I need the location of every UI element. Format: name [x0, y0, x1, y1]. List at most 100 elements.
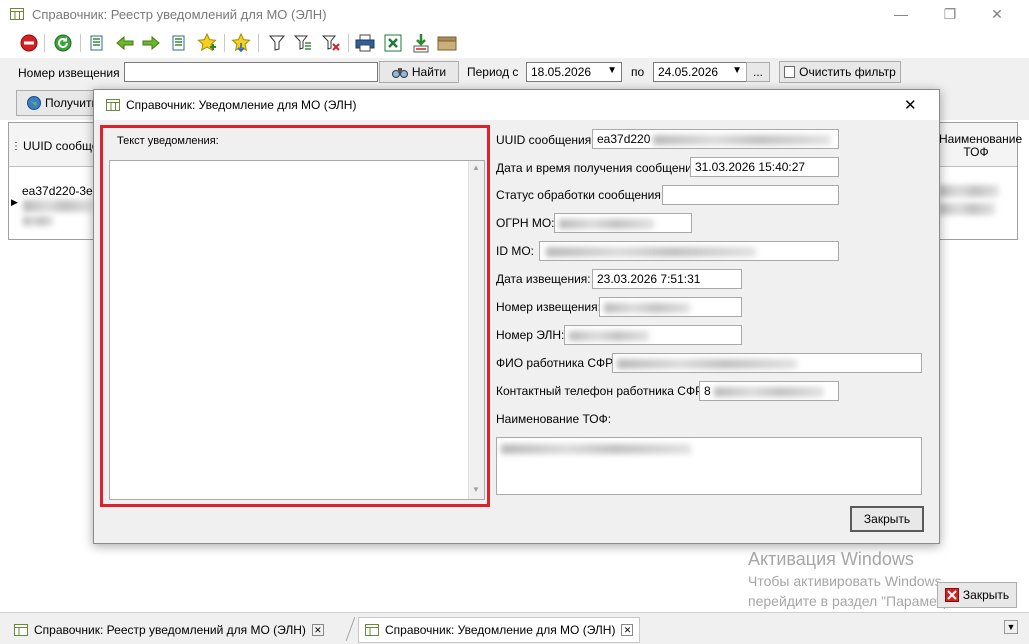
- to-label: по: [631, 65, 645, 79]
- notice-number-label: Номер извещения: [18, 66, 120, 80]
- activation-watermark-line: Чтобы активировать Windows,: [748, 573, 946, 589]
- phone-field[interactable]: 8: [699, 381, 839, 401]
- close-window-button[interactable]: ✕: [988, 5, 1006, 23]
- minimize-button[interactable]: —: [892, 5, 910, 23]
- dialog-close-button[interactable]: ✕: [904, 96, 917, 114]
- record-list-icon[interactable]: [86, 32, 108, 54]
- date-to-picker[interactable]: 24.05.2026 ▼: [653, 62, 747, 82]
- filter-bar: Номер извещения Найти Период с 18.05.202…: [0, 58, 1029, 88]
- get-button[interactable]: Получить: [16, 90, 102, 116]
- toolbar-separator: [80, 34, 81, 52]
- find-button[interactable]: Найти: [379, 61, 459, 83]
- toolbar: [0, 30, 1029, 58]
- window-title-bar: Справочник: Реестр уведомлений для МО (Э…: [0, 0, 1029, 30]
- uuid-label: UUID сообщения:: [496, 133, 595, 147]
- chevron-down-icon[interactable]: ▼: [607, 65, 617, 76]
- period-ellipsis-button[interactable]: ...: [746, 62, 770, 82]
- notice-text-panel: Текст уведомления: ▲ ▼: [100, 125, 490, 507]
- fio-field[interactable]: [612, 353, 922, 373]
- toolbar-separator: [348, 34, 349, 52]
- main-close-label: Закрыть: [962, 588, 1010, 602]
- dialog-title-bar: Справочник: Уведомление для МО (ЭЛН) ✕: [94, 90, 939, 120]
- notice-number-input[interactable]: [124, 62, 378, 82]
- redacted-text: [546, 247, 756, 257]
- filter-edit-icon[interactable]: [292, 32, 314, 54]
- status-field[interactable]: [662, 185, 839, 205]
- redacted-text: [604, 303, 690, 313]
- scroll-up-icon[interactable]: ▲: [472, 163, 480, 172]
- phone-value: 8: [704, 384, 711, 398]
- arrow-left-icon[interactable]: [114, 32, 136, 54]
- redacted-text: [559, 219, 654, 229]
- export-icon[interactable]: [410, 32, 432, 54]
- notice-date-field[interactable]: 23.03.2026 7:51:31: [592, 269, 742, 289]
- archive-icon[interactable]: [436, 32, 458, 54]
- close-tab-icon[interactable]: ✕: [621, 624, 634, 636]
- arrow-right-icon[interactable]: [140, 32, 162, 54]
- scroll-down-icon[interactable]: ▼: [472, 485, 480, 494]
- stop-icon[interactable]: [18, 32, 40, 54]
- close-tab-icon[interactable]: ✕: [311, 624, 324, 636]
- find-button-label: Найти: [411, 65, 447, 79]
- record-list-icon[interactable]: [168, 32, 190, 54]
- get-button-label: Получить: [45, 96, 98, 110]
- redacted-text: [714, 387, 824, 397]
- status-label: Статус обработки сообщения:: [496, 188, 665, 202]
- date-from-picker[interactable]: 18.05.2026 ▼: [526, 62, 622, 82]
- star-down-icon[interactable]: [230, 32, 252, 54]
- ogrn-field[interactable]: [554, 213, 692, 233]
- filter-icon[interactable]: [266, 32, 288, 54]
- maximize-button[interactable]: ❐: [941, 5, 959, 23]
- period-label: Период с: [467, 65, 519, 79]
- uuid-field[interactable]: ea37d220: [592, 129, 839, 149]
- tab-notice[interactable]: Справочник: Уведомление для МО (ЭЛН) ✕: [358, 617, 641, 643]
- column-header-tof[interactable]: Наименование ТОФ: [939, 133, 1022, 159]
- received-field[interactable]: 31.03.2026 15:40:27: [690, 157, 839, 177]
- eln-number-field[interactable]: [564, 325, 742, 345]
- main-close-button[interactable]: Закрыть: [937, 582, 1017, 608]
- tab-registry[interactable]: Справочник: Реестр уведомлений для МО (Э…: [8, 617, 330, 643]
- excel-icon[interactable]: [382, 32, 404, 54]
- document-tabs-bar: Справочник: Реестр уведомлений для МО (Э…: [0, 612, 1029, 644]
- close-icon: [944, 588, 959, 602]
- binoculars-icon: [391, 68, 408, 78]
- chevron-down-icon[interactable]: ▼: [732, 65, 742, 76]
- column-chooser-icon[interactable]: ⋮: [11, 141, 21, 152]
- redacted-text: [501, 444, 691, 454]
- tab-registry-label: Справочник: Реестр уведомлений для МО (Э…: [34, 623, 306, 637]
- id-mo-field[interactable]: [539, 241, 839, 261]
- star-add-icon[interactable]: [196, 32, 218, 54]
- dialog-title: Справочник: Уведомление для МО (ЭЛН): [126, 98, 357, 112]
- redacted-text: [569, 331, 649, 341]
- tabs-dropdown-icon[interactable]: ▼: [1004, 620, 1018, 634]
- notice-text-area[interactable]: ▲ ▼: [109, 160, 485, 500]
- vertical-scrollbar[interactable]: ▲ ▼: [468, 161, 484, 499]
- redacted-text: [939, 185, 999, 197]
- tab-notice-label: Справочник: Уведомление для МО (ЭЛН): [385, 623, 616, 637]
- date-from-value: 18.05.2026: [531, 65, 592, 79]
- globe-icon: [27, 96, 41, 110]
- row-pointer-icon: ▶: [11, 197, 18, 207]
- window-title: Справочник: Реестр уведомлений для МО (Э…: [32, 7, 327, 22]
- grid-cell-uuid[interactable]: ea37d220-3e1: [22, 184, 99, 198]
- clear-filter-button[interactable]: Очистить фильтр: [779, 61, 901, 83]
- notice-number-field[interactable]: [599, 297, 742, 317]
- table-icon: [10, 8, 24, 20]
- notice-date-label: Дата извещения:: [496, 272, 591, 286]
- activation-watermark-title: Активация Windows: [748, 549, 914, 569]
- tof-field[interactable]: [496, 437, 922, 495]
- id-mo-label: ID МО:: [496, 244, 534, 258]
- redacted-text: [23, 216, 53, 226]
- notice-number-label-dlg: Номер извещения:: [496, 300, 601, 314]
- eln-number-label: Номер ЭЛН:: [496, 328, 565, 342]
- dialog-close-button-bottom[interactable]: Закрыть: [850, 506, 924, 532]
- redacted-text: [617, 359, 797, 369]
- notice-dialog: Справочник: Уведомление для МО (ЭЛН) ✕ Т…: [93, 89, 940, 544]
- fio-label: ФИО работника СФР:: [496, 356, 617, 370]
- toolbar-separator: [258, 34, 259, 52]
- toolbar-separator: [224, 34, 225, 52]
- print-icon[interactable]: [354, 32, 376, 54]
- table-icon: [365, 624, 379, 636]
- refresh-icon[interactable]: [52, 32, 74, 54]
- filter-clear-icon[interactable]: [320, 32, 342, 54]
